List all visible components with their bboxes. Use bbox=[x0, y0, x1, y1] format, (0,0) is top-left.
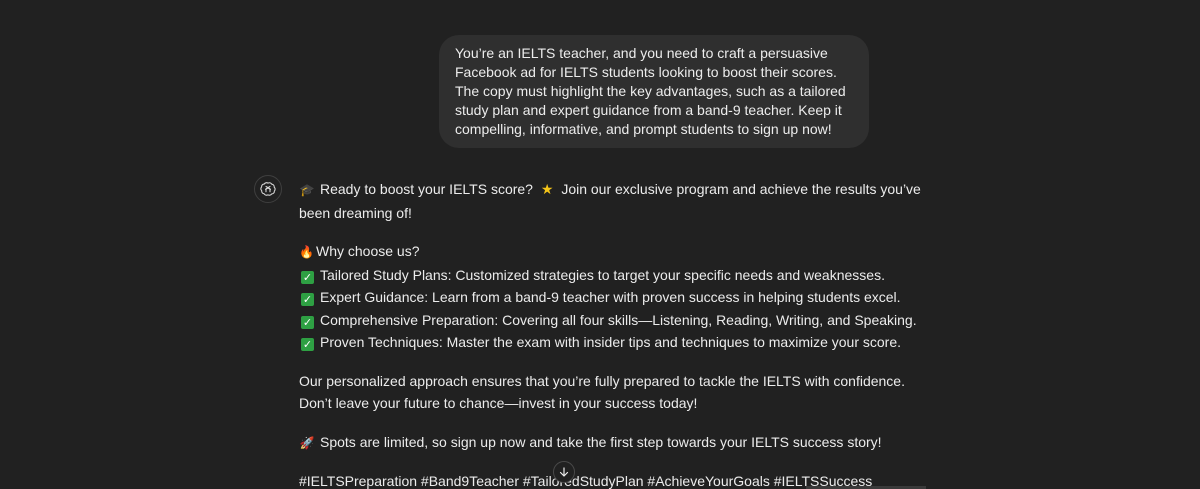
intro-line-1: 🎓 Ready to boost your IELTS score? ★ Join… bbox=[299, 178, 921, 202]
chat-page: You’re an IELTS teacher, and you need to… bbox=[0, 0, 1200, 489]
checkmark-icon: ✓ bbox=[301, 293, 314, 306]
star-icon: ★ bbox=[540, 181, 554, 197]
graduation-cap-icon: 🎓 bbox=[299, 183, 315, 197]
checkmark-icon: ✓ bbox=[301, 338, 314, 351]
cta-line: 🚀 Spots are limited, so sign up now and t… bbox=[299, 431, 882, 455]
why-heading-line: 🔥 Why choose us? bbox=[299, 240, 869, 264]
benefit-text: Proven Techniques: Master the exam with … bbox=[320, 334, 902, 350]
why-heading: Why choose us? bbox=[316, 243, 420, 259]
benefit-item: ✓ Expert Guidance: Learn from a band-9 te… bbox=[299, 286, 901, 309]
hashtags-text: #IELTSPreparation #Band9Teacher #Tailore… bbox=[299, 473, 873, 489]
approach-line-1: Our personalized approach ensures that y… bbox=[299, 372, 905, 389]
intro-paragraph: 🎓 Ready to boost your IELTS score? ★ Join… bbox=[299, 178, 921, 224]
benefit-text: Expert Guidance: Learn from a band-9 tea… bbox=[320, 289, 901, 305]
approach-paragraph: Our personalized approach ensures that y… bbox=[299, 370, 905, 415]
benefit-item: ✓ Comprehensive Preparation: Covering all… bbox=[299, 309, 917, 332]
approach-line-2: Don’t leave your future to chance—invest… bbox=[299, 395, 698, 411]
checkmark-icon: ✓ bbox=[301, 270, 314, 284]
why-section: 🔥 Why choose us? ✓ Tailored Study Plans: C… bbox=[299, 240, 917, 354]
fire-icon: 🔥 bbox=[299, 245, 314, 259]
arrow-down-icon bbox=[559, 467, 569, 477]
cta-text: Spots are limited, so sign up now and ta… bbox=[320, 433, 882, 450]
intro-text-3: been dreaming of! bbox=[299, 204, 412, 221]
rocket-icon: 🚀 bbox=[299, 435, 315, 450]
benefit-text: Tailored Study Plans: Customized strateg… bbox=[320, 266, 885, 283]
hashtags-paragraph: #IELTSPreparation #Band9Teacher #Tailore… bbox=[299, 470, 873, 489]
benefit-item: ✓ Tailored Study Plans: Customized strate… bbox=[299, 264, 885, 287]
user-message-bubble: You’re an IELTS teacher, and you need to… bbox=[439, 35, 869, 148]
benefit-item: ✓ Proven Techniques: Master the exam with… bbox=[299, 331, 901, 354]
openai-logo-icon bbox=[254, 175, 282, 203]
cta-paragraph: 🚀 Spots are limited, so sign up now and t… bbox=[299, 431, 882, 455]
assistant-message: 🎓 Ready to boost your IELTS score? ★ Join… bbox=[299, 178, 921, 489]
scroll-down-button[interactable] bbox=[553, 461, 575, 483]
user-message-text: You’re an IELTS teacher, and you need to… bbox=[455, 45, 846, 137]
intro-text-1: Ready to boost your IELTS score? bbox=[320, 181, 533, 197]
checkmark-icon: ✓ bbox=[301, 315, 314, 329]
benefit-text: Comprehensive Preparation: Covering all … bbox=[320, 311, 917, 328]
intro-text-2: Join our exclusive program and achieve t… bbox=[561, 181, 921, 197]
